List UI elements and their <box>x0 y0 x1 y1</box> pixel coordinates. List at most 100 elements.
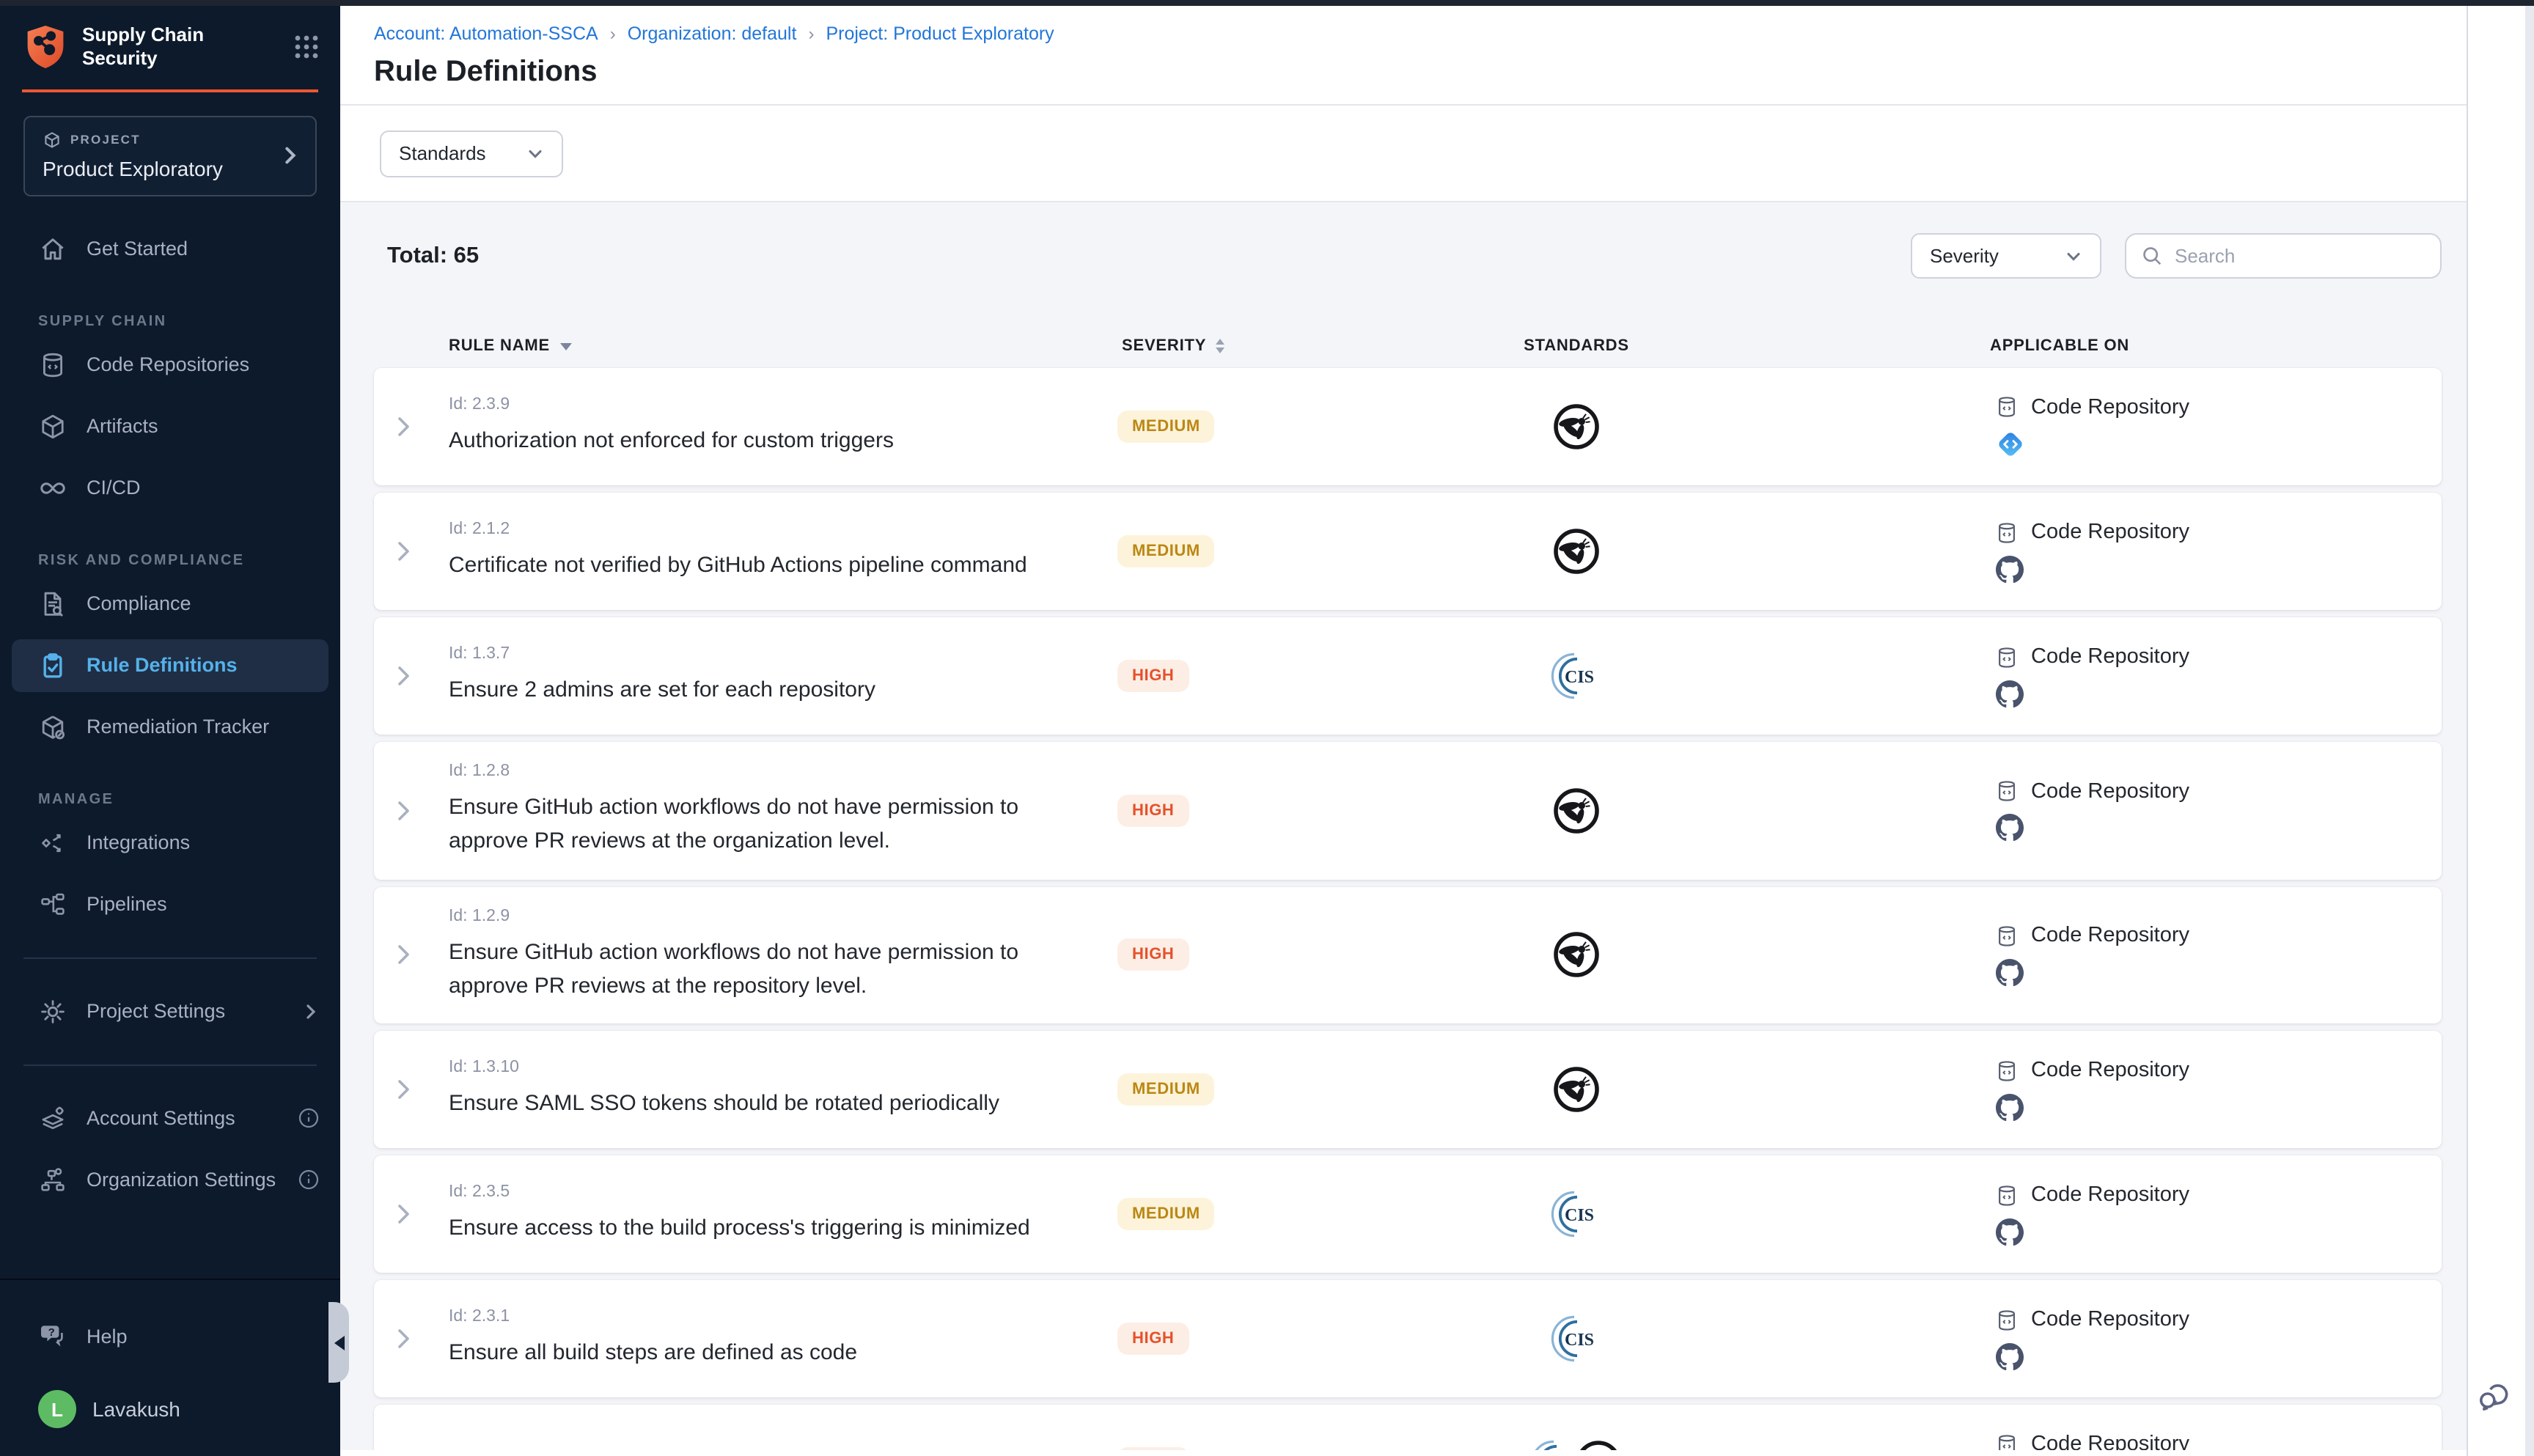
rule-row[interactable]: Id: 2.1.2Certificate not verified by Git… <box>374 493 2442 610</box>
breadcrumb-organization-link[interactable]: Organization: default <box>628 23 797 44</box>
brand-underline <box>22 89 318 92</box>
rule-id: Id: 1.2.9 <box>449 907 1054 924</box>
rule-id: Id: 2.3.9 <box>449 396 1054 413</box>
sidebar-item-help[interactable]: ? Help <box>0 1309 340 1362</box>
rule-row[interactable]: Id: 2.3.9Authorization not enforced for … <box>374 368 2442 485</box>
applicable-on-label: Code Repository <box>2031 1308 2189 1331</box>
github-provider-icon <box>1996 815 2024 842</box>
code-repository-icon <box>38 350 67 379</box>
svg-text:?: ? <box>48 1326 55 1339</box>
search-input[interactable] <box>2175 245 2425 267</box>
column-header-severity[interactable]: SEVERITY <box>1107 337 1474 355</box>
row-expand-chevron-icon[interactable] <box>396 1202 412 1226</box>
scrollbar-track[interactable] <box>2525 6 2534 1456</box>
severity-filter-dropdown[interactable]: Severity <box>1911 233 2101 279</box>
sidebar-item-account-settings[interactable]: Account Settings <box>0 1092 340 1144</box>
section-title-manage: MANAGE <box>0 791 340 807</box>
github-provider-icon <box>1996 680 2024 707</box>
cis-standard-icon: CIS <box>1550 650 1603 702</box>
owasp-standard-icon <box>1551 930 1601 980</box>
user-avatar: L <box>38 1390 76 1428</box>
info-icon[interactable] <box>298 1169 320 1191</box>
severity-badge: HIGH <box>1117 795 1189 827</box>
sidebar-item-remediation-tracker[interactable]: Remediation Tracker <box>0 700 340 753</box>
project-label: PROJECT <box>70 132 141 147</box>
sidebar-item-project-settings[interactable]: Project Settings <box>0 985 340 1037</box>
code-repository-icon <box>1994 779 2019 804</box>
rule-id: Id: 1.2.8 <box>449 762 1054 780</box>
rule-id: Id: 1.3.7 <box>449 645 1054 663</box>
sidebar-item-get-started[interactable]: Get Started <box>0 222 340 275</box>
chevron-down-icon <box>526 144 544 162</box>
home-icon <box>38 234 67 263</box>
row-expand-chevron-icon[interactable] <box>396 664 412 688</box>
column-header-applicable-on: APPLICABLE ON <box>1679 337 2442 355</box>
harness-code-provider-icon <box>1996 430 2025 459</box>
rule-row[interactable]: Id: 1.2.8 Ensure GitHub action workflows … <box>374 742 2442 879</box>
rule-row[interactable]: Id: 2.3.1Ensure all build steps are defi… <box>374 1280 2442 1397</box>
row-expand-chevron-icon[interactable] <box>396 415 412 438</box>
sidebar-collapse-handle[interactable] <box>328 1302 349 1383</box>
severity-badge: HIGH <box>1117 1323 1189 1355</box>
rule-name: Ensure GitHub action workflows do not ha… <box>449 790 1054 858</box>
app-logo-shield-icon <box>23 24 67 71</box>
column-header-rule-name[interactable]: RULE NAME <box>437 337 1107 355</box>
breadcrumb-account-link[interactable]: Account: Automation-SSCA <box>374 23 598 44</box>
svg-text:CIS: CIS <box>1565 668 1594 687</box>
sidebar-item-compliance[interactable]: Compliance <box>0 577 340 630</box>
search-box[interactable] <box>2125 233 2442 279</box>
row-expand-chevron-icon[interactable] <box>396 540 412 563</box>
row-expand-chevron-icon[interactable] <box>396 944 412 967</box>
rule-row[interactable]: Id: 1.3.7Ensure 2 admins are set for eac… <box>374 617 2442 735</box>
code-repository-icon <box>1994 644 2019 669</box>
info-icon[interactable] <box>298 1107 320 1129</box>
row-expand-chevron-icon[interactable] <box>396 1078 412 1101</box>
gear-icon <box>38 996 67 1026</box>
breadcrumb-separator: › <box>610 23 616 44</box>
applicable-on-label: Code Repository <box>2031 780 2189 804</box>
svg-text:CIS: CIS <box>1565 1331 1594 1350</box>
app-switcher-grid-icon[interactable] <box>293 34 320 61</box>
artifacts-cube-icon <box>38 411 67 441</box>
code-repository-icon <box>1994 1183 2019 1207</box>
owasp-standard-icon <box>1573 1438 1623 1450</box>
project-selector[interactable]: PROJECT Product Exploratory <box>23 115 317 196</box>
sidebar-item-code-repositories[interactable]: Code Repositories <box>0 338 340 391</box>
rule-row[interactable]: Id: 1.2.9 Ensure GitHub action workflows … <box>374 886 2442 1023</box>
rule-row[interactable]: Id: 1.1.9HIGHCISCode Repository <box>374 1405 2442 1450</box>
code-repository-icon <box>1994 1432 2019 1450</box>
sidebar-item-organization-settings[interactable]: Organization Settings <box>0 1153 340 1206</box>
row-expand-chevron-icon[interactable] <box>396 1327 412 1350</box>
severity-badge: MEDIUM <box>1117 1198 1215 1230</box>
cis-standard-icon: CIS <box>1550 1312 1603 1365</box>
clipboard-check-icon <box>38 650 67 680</box>
standards-dropdown[interactable]: Standards <box>380 130 563 177</box>
rule-row[interactable]: Id: 1.3.10Ensure SAML SSO tokens should … <box>374 1031 2442 1148</box>
sidebar-item-integrations[interactable]: Integrations <box>0 816 340 869</box>
rule-name: Ensure GitHub action workflows do not ha… <box>449 935 1054 1003</box>
rule-row[interactable]: Id: 2.3.5Ensure access to the build proc… <box>374 1155 2442 1273</box>
severity-badge: HIGH <box>1117 660 1189 692</box>
infinity-cicd-icon <box>38 473 67 502</box>
table-header: RULE NAME SEVERITY STANDARDS APPLICABLE … <box>374 337 2442 355</box>
chevron-down-icon <box>2065 247 2082 265</box>
sidebar-item-pipelines[interactable]: Pipelines <box>0 878 340 930</box>
sidebar-item-rule-definitions[interactable]: Rule Definitions <box>12 639 328 691</box>
sidebar-user[interactable]: L Lavakush <box>0 1383 340 1435</box>
owasp-standard-icon <box>1551 1065 1601 1114</box>
support-chat-icon[interactable] <box>2475 1377 2513 1422</box>
page-title: Rule Definitions <box>374 56 2467 89</box>
section-title-supply-chain: SUPPLY CHAIN <box>0 313 340 329</box>
code-repository-icon <box>1994 520 2019 545</box>
row-expand-chevron-icon[interactable] <box>396 799 412 823</box>
sidebar-item-artifacts[interactable]: Artifacts <box>0 400 340 452</box>
severity-badge: HIGH <box>1117 1447 1189 1450</box>
rule-name: Ensure access to the build process's tri… <box>449 1211 1054 1246</box>
integrations-icon <box>38 828 67 857</box>
breadcrumb-project-link[interactable]: Project: Product Exploratory <box>826 23 1054 44</box>
window-top-strip <box>0 0 2534 6</box>
rule-name: Certificate not verified by GitHub Actio… <box>449 548 1054 583</box>
rules-table-body: Id: 2.3.9Authorization not enforced for … <box>374 368 2442 1450</box>
severity-badge: HIGH <box>1117 939 1189 971</box>
sidebar-item-cicd[interactable]: CI/CD <box>0 461 340 514</box>
